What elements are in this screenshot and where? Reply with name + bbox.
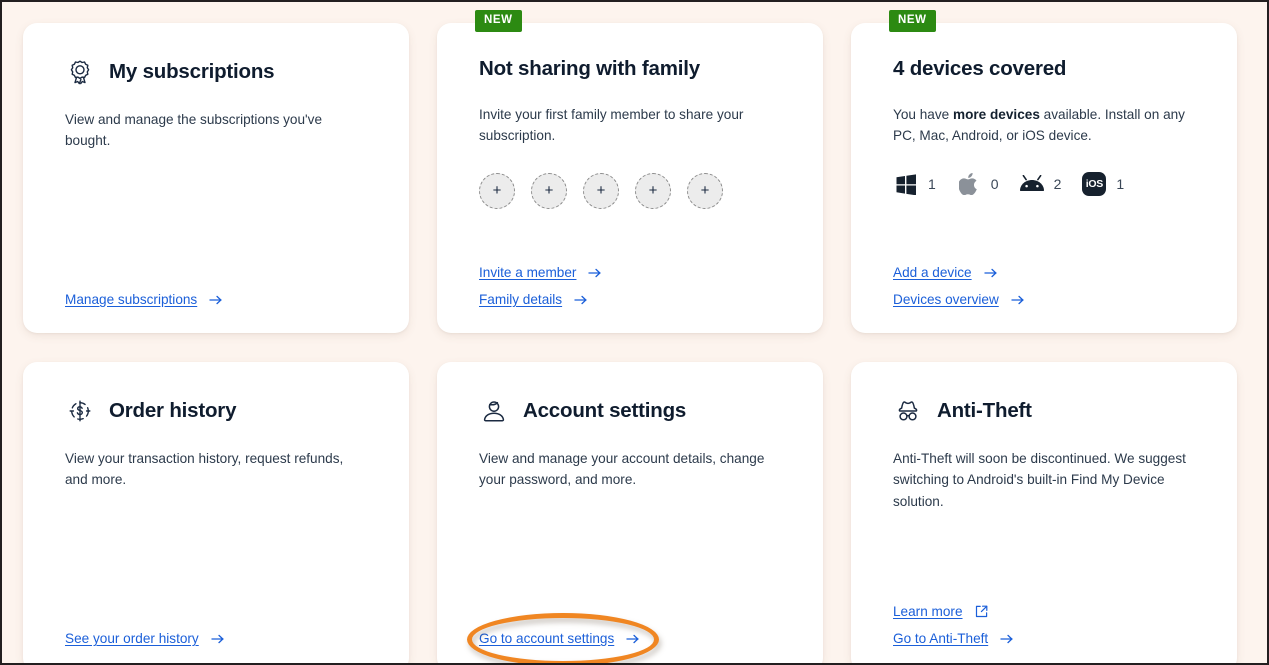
link-invite-a-member[interactable]: Invite a member xyxy=(479,265,602,280)
ios-badge-label: iOS xyxy=(1082,171,1107,196)
arrow-right-icon xyxy=(983,267,998,279)
family-member-slots: + + + + + xyxy=(479,172,785,209)
app-window: My subscriptions View and manage the sub… xyxy=(0,0,1269,665)
card-header: Account settings xyxy=(479,396,785,426)
card-header: My subscriptions xyxy=(65,57,371,87)
device-ios: iOS 1 xyxy=(1081,171,1124,197)
android-icon xyxy=(1019,171,1045,197)
device-count: 1 xyxy=(1116,175,1125,192)
arrow-right-icon xyxy=(574,294,588,306)
link-go-to-anti-theft[interactable]: Go to Anti-Theft xyxy=(893,631,1014,646)
link-label[interactable]: Devices overview xyxy=(893,292,999,307)
user-avatar-icon xyxy=(479,396,509,426)
windows-icon xyxy=(893,171,919,197)
card-description: View and manage the subscriptions you've… xyxy=(65,112,323,149)
link-learn-more[interactable]: Learn more xyxy=(893,604,1014,619)
card-links: Go to account settings xyxy=(467,613,659,663)
device-android: 2 xyxy=(1019,171,1062,197)
add-member-slot[interactable]: + xyxy=(531,172,567,209)
incognito-icon xyxy=(893,396,923,426)
device-windows: 1 xyxy=(893,171,936,197)
device-count: 0 xyxy=(990,175,999,192)
card-account-settings[interactable]: Account settings View and manage your ac… xyxy=(437,362,823,663)
card-family-sharing[interactable]: NEW Not sharing with family Invite your … xyxy=(437,10,823,333)
dollar-refresh-icon xyxy=(65,396,95,426)
link-label[interactable]: See your order history xyxy=(65,631,199,646)
device-apple: 0 xyxy=(956,171,999,197)
link-see-your-order-history[interactable]: See your order history xyxy=(65,631,225,646)
plus-icon: + xyxy=(596,182,606,200)
card-header: Order history xyxy=(65,396,371,426)
arrow-right-icon xyxy=(211,633,225,645)
link-devices-overview[interactable]: Devices overview xyxy=(893,292,1025,307)
card-description: View your transaction history, request r… xyxy=(65,451,344,488)
link-label[interactable]: Add a device xyxy=(893,265,972,280)
plus-icon: + xyxy=(648,182,658,200)
card-title: Anti-Theft xyxy=(937,398,1032,422)
apple-icon xyxy=(956,171,982,197)
status-badge-new: NEW xyxy=(889,10,936,32)
add-member-slot[interactable]: + xyxy=(479,172,515,209)
plus-icon: + xyxy=(544,182,554,200)
arrow-right-icon xyxy=(1011,294,1025,306)
link-add-a-device[interactable]: Add a device xyxy=(893,265,1025,280)
arrow-right-icon xyxy=(209,294,223,306)
card-title: Not sharing with family xyxy=(479,57,700,80)
link-go-to-account-settings[interactable]: Go to account settings xyxy=(467,613,659,663)
external-link-icon xyxy=(975,605,988,618)
desc-part-bold: more devices xyxy=(952,106,1040,122)
card-header: Not sharing with family xyxy=(479,57,785,82)
status-badge-new: NEW xyxy=(475,10,522,32)
arrow-right-icon xyxy=(588,267,602,279)
card-title: 4 devices covered xyxy=(893,57,1067,80)
card-order-history[interactable]: Order history View your transaction hist… xyxy=(23,362,409,663)
add-member-slot[interactable]: + xyxy=(635,172,671,209)
link-label[interactable]: Learn more xyxy=(893,604,963,619)
plus-icon: + xyxy=(492,182,502,200)
card-links: Manage subscriptions xyxy=(65,292,223,307)
link-label[interactable]: Family details xyxy=(479,292,562,307)
link-label[interactable]: Go to Anti-Theft xyxy=(893,631,988,646)
card-description: Invite your first family member to share… xyxy=(479,106,744,144)
card-devices-covered[interactable]: NEW 4 devices covered You have more devi… xyxy=(851,10,1237,333)
add-member-slot[interactable]: + xyxy=(687,172,723,209)
card-my-subscriptions[interactable]: My subscriptions View and manage the sub… xyxy=(23,23,409,333)
ios-icon: iOS xyxy=(1081,171,1107,197)
card-header: Anti-Theft xyxy=(893,396,1199,426)
card-header: 4 devices covered xyxy=(893,57,1199,82)
card-description: View and manage your account details, ch… xyxy=(479,451,765,488)
desc-part: You have xyxy=(893,106,953,122)
device-counts: 1 0 2 iOS 1 xyxy=(893,171,1199,197)
link-label[interactable]: Invite a member xyxy=(479,265,576,280)
card-links: Invite a member Family details xyxy=(479,265,602,307)
link-label[interactable]: Manage subscriptions xyxy=(65,292,197,307)
card-title: My subscriptions xyxy=(109,59,275,83)
award-ribbon-icon xyxy=(65,57,95,87)
add-member-slot[interactable]: + xyxy=(583,172,619,209)
card-title: Order history xyxy=(109,398,237,422)
card-links: See your order history xyxy=(65,631,225,646)
plus-icon: + xyxy=(700,182,710,200)
card-description: You have more devices available. Install… xyxy=(893,104,1189,147)
link-manage-subscriptions[interactable]: Manage subscriptions xyxy=(65,292,223,307)
device-count: 1 xyxy=(928,175,936,192)
arrow-right-icon xyxy=(1000,633,1014,645)
card-title: Account settings xyxy=(523,398,687,422)
link-label[interactable]: Go to account settings xyxy=(479,631,614,646)
arrow-right-icon xyxy=(626,633,640,645)
device-count: 2 xyxy=(1053,175,1062,192)
card-anti-theft[interactable]: Anti-Theft Anti-Theft will soon be disco… xyxy=(851,362,1237,663)
dashboard-card-grid: My subscriptions View and manage the sub… xyxy=(2,2,1267,663)
link-family-details[interactable]: Family details xyxy=(479,292,602,307)
card-links: Add a device Devices overview xyxy=(893,265,1025,307)
card-links: Learn more Go to Anti-Theft xyxy=(893,604,1014,646)
card-description: Anti-Theft will soon be discontinued. We… xyxy=(893,451,1186,509)
